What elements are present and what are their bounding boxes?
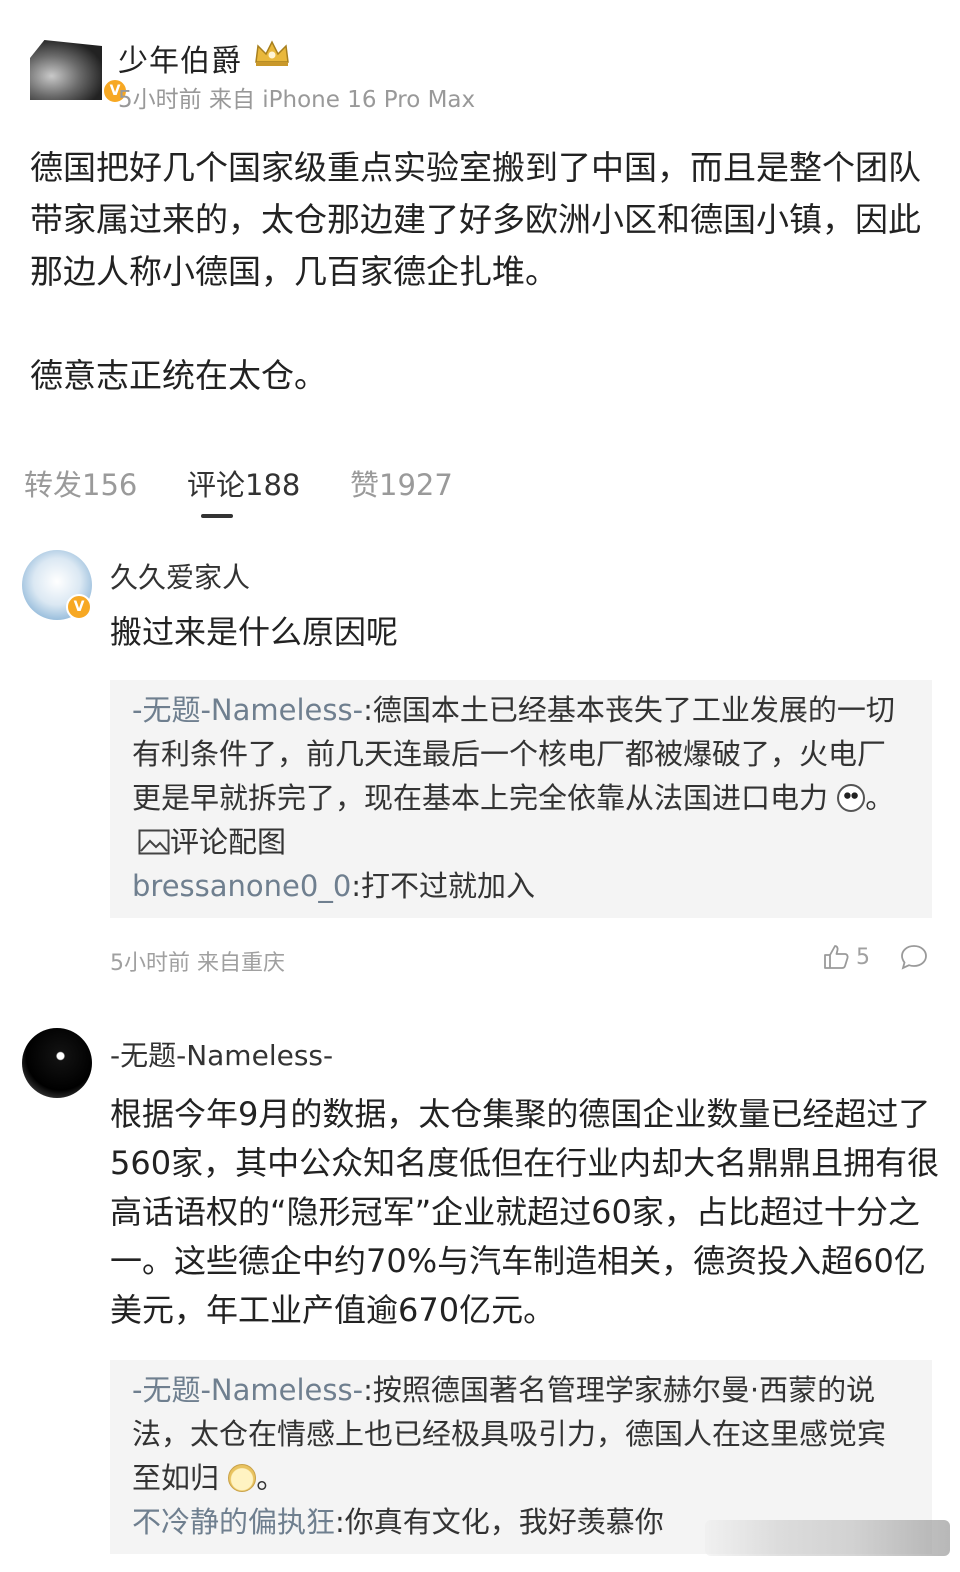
comment-image-link[interactable]: 评论配图 <box>170 825 286 859</box>
active-tab-indicator <box>201 514 233 518</box>
commenter-avatar[interactable] <box>22 1028 92 1098</box>
post-paragraph: 德意志正统在太仓。 <box>30 356 327 395</box>
reply-item: bressanone0_0:打不过就加入 <box>132 864 910 908</box>
tab-likes[interactable]: 赞1927 <box>350 462 453 504</box>
image-icon <box>138 829 170 855</box>
author-avatar[interactable] <box>30 40 102 100</box>
comment-text: 根据今年9月的数据，太仓集聚的德国企业数量已经超过了560家，其中公众知名度低但… <box>110 1095 940 1329</box>
reply-item: -无题-Nameless-:德国本土已经基本丧失了工业发展的一切有利条件了，前几… <box>132 688 910 864</box>
comment-item: V 久久爱家人 搬过来是什么原因呢 -无题-Nameless-:德国本土已经基本… <box>0 550 960 990</box>
reply-item: -无题-Nameless-:按照德国著名管理学家赫尔曼·西蒙的说法，太仓在情感上… <box>132 1368 910 1500</box>
reply-user[interactable]: -无题-Nameless- <box>132 1373 363 1407</box>
tab-repost[interactable]: 转发156 <box>24 462 137 504</box>
author-name[interactable]: 少年伯爵 <box>118 36 242 80</box>
reply-suffix: 。 <box>865 781 895 815</box>
commenter-name[interactable]: 久久爱家人 <box>110 556 250 596</box>
reply-suffix: 。 <box>256 1461 286 1495</box>
comment-bubble-icon[interactable] <box>900 944 928 970</box>
dog-emoji-icon <box>228 1464 257 1492</box>
post-body: 德国把好几个国家级重点实验室搬到了中国，而且是整个团队带家属过来的，太仓那边建了… <box>30 142 942 454</box>
watermark <box>705 1520 950 1556</box>
like-button[interactable]: 5 <box>822 943 870 971</box>
post-header: V 少年伯爵 5小时前 来自 iPhone 16 Pro Max <box>30 34 930 113</box>
post-meta: 5小时前 来自 iPhone 16 Pro Max <box>118 87 476 113</box>
panda-emoji-icon <box>837 784 866 812</box>
reply-box[interactable]: -无题-Nameless-:德国本土已经基本丧失了工业发展的一切有利条件了，前几… <box>110 680 932 918</box>
comment-text: 搬过来是什么原因呢 <box>110 613 399 651</box>
tab-comments[interactable]: 评论188 <box>187 462 300 504</box>
reply-user[interactable]: 不冷静的偏执狂 <box>132 1505 335 1539</box>
commenter-name[interactable]: -无题-Nameless- <box>110 1034 333 1074</box>
reply-user[interactable]: -无题-Nameless- <box>132 693 363 727</box>
comment-item: -无题-Nameless- 根据今年9月的数据，太仓集聚的德国企业数量已经超过了… <box>0 1028 960 1554</box>
thumbs-up-icon <box>824 945 849 969</box>
verified-badge-icon: V <box>66 594 92 620</box>
comment-meta: 5小时前 来自重庆 <box>110 951 285 976</box>
reply-text: :打不过就加入 <box>351 869 536 903</box>
reply-user[interactable]: bressanone0_0 <box>132 869 351 903</box>
crown-icon <box>255 40 289 66</box>
interaction-tabs: 转发156 评论188 赞1927 <box>24 462 924 522</box>
like-count: 5 <box>856 944 870 970</box>
post-paragraph: 德国把好几个国家级重点实验室搬到了中国，而且是整个团队带家属过来的，太仓那边建了… <box>30 148 921 291</box>
reply-text: :你真有文化，我好羡慕你 <box>335 1505 664 1539</box>
